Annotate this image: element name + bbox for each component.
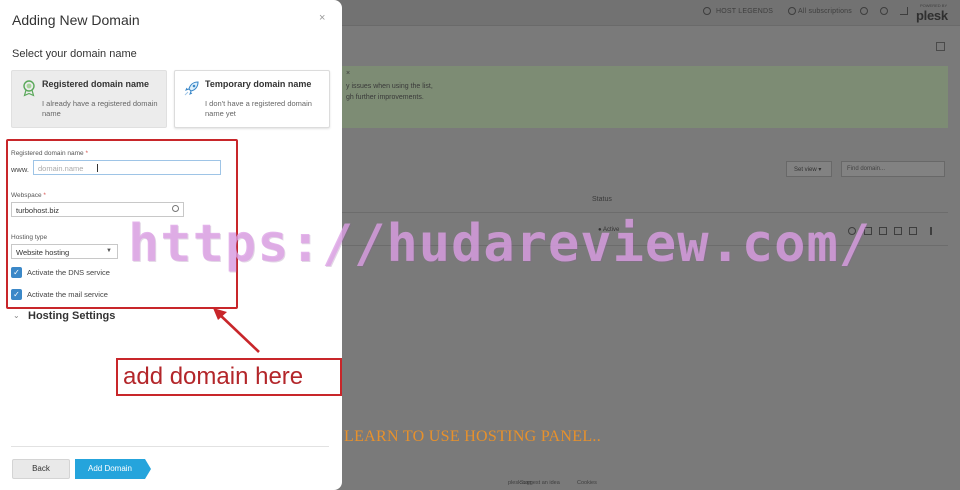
option-registered-domain[interactable]: Registered domain name I already have a … xyxy=(11,70,167,128)
copy-icon[interactable] xyxy=(909,227,917,235)
section-title: Select your domain name xyxy=(12,48,137,60)
award-icon xyxy=(23,80,35,97)
option-title: Registered domain name xyxy=(42,79,150,89)
more-options-icon[interactable] xyxy=(930,227,932,235)
host-legends-menu[interactable]: HOST LEGENDS xyxy=(716,8,773,15)
watermark-text: https://hudareview.com/ xyxy=(128,214,872,274)
database-icon[interactable] xyxy=(894,227,902,235)
user-icon xyxy=(703,7,711,15)
arrow-icon xyxy=(213,308,260,353)
add-domain-button[interactable]: Add Domain xyxy=(75,459,145,479)
row-divider xyxy=(342,212,948,213)
notice-line-1: y issues when using the list, xyxy=(346,83,433,90)
option-title: Temporary domain name xyxy=(205,79,312,89)
option-description: I don't have a registered domain name ye… xyxy=(205,99,312,118)
callout-label: add domain here xyxy=(116,358,342,396)
mail-icon[interactable] xyxy=(879,227,887,235)
option-description: I already have a registered domain name xyxy=(42,99,158,118)
hosting-settings-toggle[interactable]: Hosting Settings xyxy=(28,310,115,322)
shield-icon[interactable] xyxy=(860,7,868,15)
find-domain-input[interactable]: Find domain... xyxy=(841,161,945,177)
all-subscriptions-menu[interactable]: All subscriptions xyxy=(798,8,852,15)
video-caption: LEARN TO USE HOSTING PANEL.. xyxy=(344,428,602,445)
rocket-icon xyxy=(184,81,199,96)
close-icon[interactable]: × xyxy=(346,70,350,77)
footer-divider xyxy=(11,446,329,447)
help-icon[interactable] xyxy=(880,7,888,15)
option-temporary-domain[interactable]: Temporary domain name I don't have a reg… xyxy=(174,70,330,128)
moon-icon[interactable] xyxy=(900,7,908,15)
notice-banner: y issues when using the list, gh further… xyxy=(342,66,948,128)
chevron-down-icon[interactable]: ⌄ xyxy=(13,311,20,320)
set-view-label: Set view xyxy=(794,167,817,173)
footer-link[interactable]: Suggest an idea xyxy=(520,480,560,486)
gear-icon[interactable] xyxy=(936,42,945,51)
subscriptions-icon xyxy=(788,7,796,15)
notice-line-2: gh further improvements. xyxy=(346,94,424,101)
status-column-header: Status xyxy=(592,196,612,203)
back-button[interactable]: Back xyxy=(12,459,70,479)
footer-link[interactable]: Cookies xyxy=(577,480,597,486)
plesk-logo: plesk xyxy=(916,8,948,23)
close-icon[interactable]: × xyxy=(319,12,325,24)
set-view-button[interactable]: Set view ▾ xyxy=(786,161,832,177)
dialog-title: Adding New Domain xyxy=(12,12,140,28)
add-domain-button-tip[interactable] xyxy=(145,459,151,479)
